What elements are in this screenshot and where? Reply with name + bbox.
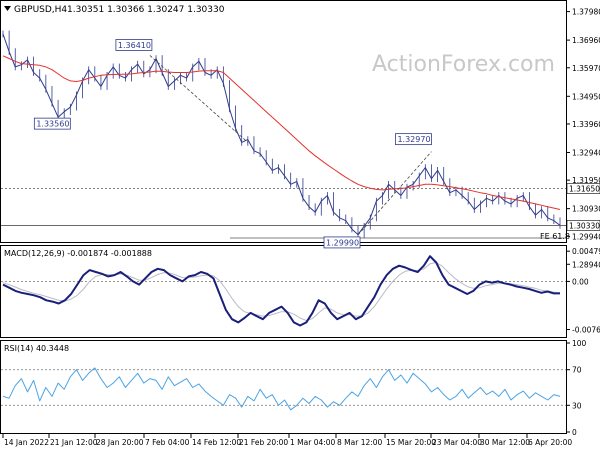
price-axis-tick-label: 1.34950 bbox=[572, 92, 600, 101]
time-tick-label: 6 Apr 20:00 bbox=[528, 438, 572, 447]
collapse-triangle-icon[interactable] bbox=[4, 6, 11, 11]
time-tick-label: 30 Mar 12:00 bbox=[480, 438, 530, 447]
annotation-label: 1.33560 bbox=[36, 120, 69, 129]
time-tick-label: 14 Jan 2022 bbox=[4, 438, 49, 447]
macd-axis-tick-label: 0.004794 bbox=[572, 247, 600, 256]
annotation-label: 1.36410 bbox=[118, 41, 151, 50]
wave-line bbox=[357, 151, 432, 236]
rsi-title: RSI(14) 40.3448 bbox=[4, 344, 69, 353]
rsi-panel-frame bbox=[0, 340, 567, 434]
level-tag-label: 1.31650 bbox=[569, 185, 600, 194]
time-tick-label: 7 Feb 04:00 bbox=[145, 438, 190, 447]
chart-window: ActionForex.com GBPUSD,H4 1.30351 1.3036… bbox=[0, 0, 600, 450]
price-axis-tick-label: 1.32940 bbox=[572, 148, 600, 157]
level-tag-label: 1.30330 bbox=[569, 221, 600, 230]
price-axis-tick-label: 1.33960 bbox=[572, 120, 600, 129]
ohlc-label: 1.30351 1.30366 1.30247 1.30330 bbox=[67, 5, 225, 15]
fib-label: FE 61.8 bbox=[540, 232, 570, 241]
macd-title: MACD(12,26,9) -0.001874 -0.001888 bbox=[4, 249, 152, 258]
rsi-axis-tick-label: 70 bbox=[572, 366, 582, 375]
time-tick-label: 14 Feb 12:00 bbox=[192, 438, 241, 447]
annotation-label: 1.32970 bbox=[397, 135, 430, 144]
macd-signal-line bbox=[2, 262, 561, 321]
macd-main-line bbox=[2, 255, 560, 327]
ema-line bbox=[2, 55, 561, 210]
price-levels bbox=[1, 188, 566, 239]
time-tick-label: 8 Mar 12:00 bbox=[337, 438, 383, 447]
rsi-axis-tick-label: 100 bbox=[572, 339, 587, 348]
rsi-series bbox=[1, 367, 566, 411]
price-axis-tick-label: 1.37980 bbox=[572, 8, 600, 17]
macd-axis-tick-label: 0.00 bbox=[572, 277, 589, 286]
macd-panel-frame bbox=[0, 245, 567, 338]
time-axis: 14 Jan 2022 21 Jan 12:0028 Jan 20:00 7 Feb… bbox=[2, 434, 572, 447]
time-tick-label: 28 Jan 20:00 bbox=[96, 438, 144, 447]
watermark: ActionForex.com bbox=[372, 52, 555, 77]
macd-series bbox=[1, 255, 566, 327]
time-tick-label: 1 Mar 04:00 bbox=[290, 438, 336, 447]
rsi-axis-tick-label: 0 bbox=[572, 428, 577, 437]
price-axis-tick-label: 1.36960 bbox=[572, 36, 600, 45]
time-tick-label: 15 Mar 20:00 bbox=[386, 438, 436, 447]
time-tick-label: 21 Jan 12:00 bbox=[50, 438, 98, 447]
time-tick-label: 21 Feb 20:00 bbox=[239, 438, 288, 447]
price-axis-tick-label: 1.30930 bbox=[572, 205, 600, 214]
chart-canvas: ActionForex.com GBPUSD,H4 1.30351 1.3036… bbox=[0, 0, 600, 447]
annotation-label: 1.29990 bbox=[326, 238, 359, 247]
rsi-axis-tick-label: 30 bbox=[572, 401, 582, 410]
price-axis-tick-label: 1.28940 bbox=[572, 260, 600, 269]
symbol-label: GBPUSD,H4 bbox=[14, 5, 67, 15]
rsi-line bbox=[2, 367, 561, 411]
price-axis: 1.37980 1.36960 1.35970 1.34950 1.33960 1.329… bbox=[566, 8, 600, 269]
price-panel-frame bbox=[0, 0, 567, 243]
macd-axis-tick-label: -0.007633 bbox=[572, 326, 600, 335]
rsi-axis: 100 70 30 0 bbox=[566, 339, 587, 437]
price-axis-tick-label: 1.29940 bbox=[572, 232, 600, 241]
price-axis-tick-label: 1.35970 bbox=[572, 64, 600, 73]
time-tick-label: 23 Mar 04:00 bbox=[432, 438, 482, 447]
chart-header: GBPUSD,H4 1.30351 1.30366 1.30247 1.3033… bbox=[4, 5, 225, 15]
